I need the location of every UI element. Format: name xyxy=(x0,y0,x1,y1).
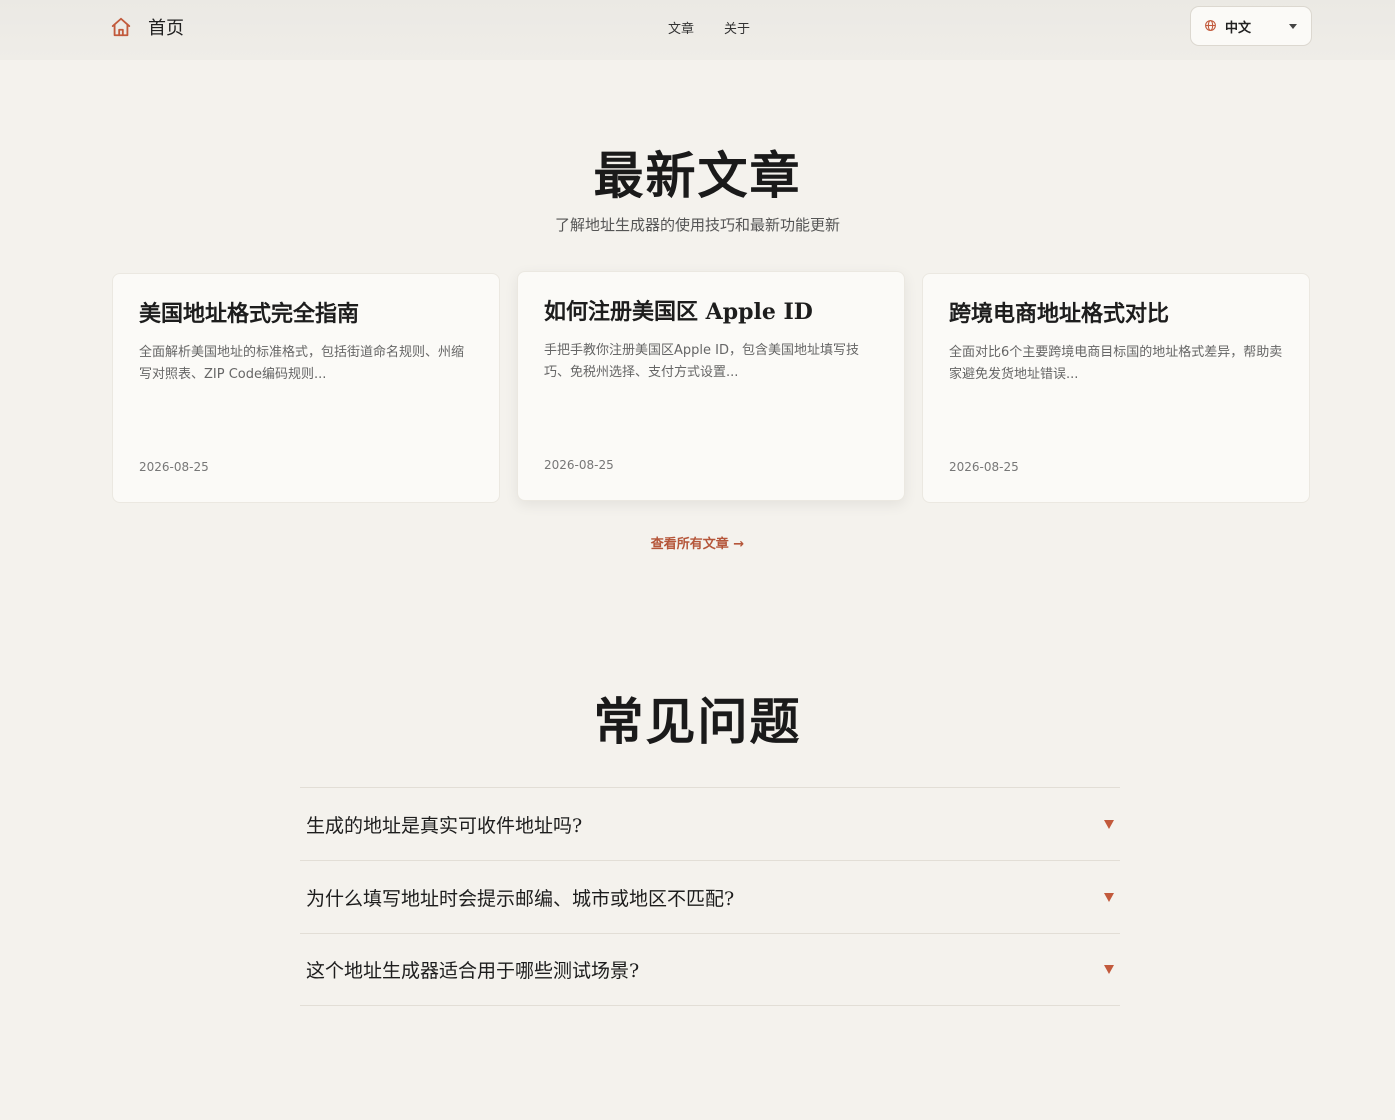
triangle-down-icon xyxy=(1104,892,1114,902)
article-card[interactable]: 美国地址格式完全指南 全面解析美国地址的标准格式，包括街道命名规则、州缩写对照表… xyxy=(112,273,500,503)
language-selector[interactable]: 中文 xyxy=(1190,6,1312,46)
faq-question: 这个地址生成器适合用于哪些测试场景? xyxy=(306,960,640,982)
article-card-excerpt: 全面对比6个主要跨境电商目标国的地址格式差异，帮助卖家避免发货地址错误... xyxy=(949,345,1283,382)
article-card[interactable]: 跨境电商地址格式对比 全面对比6个主要跨境电商目标国的地址格式差异，帮助卖家避免… xyxy=(922,273,1310,503)
nav-link-about[interactable]: 关于 xyxy=(724,18,750,37)
article-card-title: 跨境电商地址格式对比 xyxy=(949,301,1170,327)
faq-question: 生成的地址是真实可收件地址吗? xyxy=(306,814,583,837)
faq-question: 为什么填写地址时会提示邮编、城市或地区不匹配? xyxy=(306,887,735,910)
site-header: 首页 文章 关于 中文 xyxy=(0,0,1395,60)
faq-item[interactable]: 为什么填写地址时会提示邮编、城市或地区不匹配? xyxy=(300,860,1120,933)
chevron-down-icon xyxy=(1289,24,1297,29)
home-icon xyxy=(110,16,132,38)
language-label: 中文 xyxy=(1225,20,1252,36)
triangle-down-icon xyxy=(1104,819,1114,829)
nav-link-articles[interactable]: 文章 xyxy=(668,18,694,37)
article-card-excerpt: 手把手教你注册美国区Apple ID，包含美国地址填写技巧、免税州选择、支付方式… xyxy=(544,343,859,380)
triangle-down-icon xyxy=(1104,965,1114,974)
article-card[interactable]: 如何注册美国区 Apple ID 手把手教你注册美国区Apple ID，包含美国… xyxy=(517,271,905,501)
articles-section-title: 最新文章 xyxy=(593,146,802,205)
main-nav: 文章 关于 xyxy=(668,18,750,37)
article-card-date: 2026-08-25 xyxy=(949,460,1019,474)
article-card-excerpt: 全面解析美国地址的标准格式，包括街道命名规则、州缩写对照表、ZIP Code编码… xyxy=(139,345,465,382)
articles-section-subtitle: 了解地址生成器的使用技巧和最新功能更新 xyxy=(554,216,840,234)
article-card-date: 2026-08-25 xyxy=(139,460,209,474)
home-label: 首页 xyxy=(148,18,184,39)
faq-list: 生成的地址是真实可收件地址吗? 为什么填写地址时会提示邮编、城市或地区不匹配? … xyxy=(300,787,1120,1006)
faq-item[interactable]: 这个地址生成器适合用于哪些测试场景? xyxy=(300,933,1120,1006)
article-card-date: 2026-08-25 xyxy=(544,458,614,472)
view-all-articles-link[interactable]: 查看所有文章 → xyxy=(0,533,1395,552)
faq-section-title: 常见问题 xyxy=(593,692,802,751)
home-link[interactable]: 首页 xyxy=(110,12,184,42)
faq-item[interactable]: 生成的地址是真实可收件地址吗? xyxy=(300,787,1120,860)
article-card-title: 如何注册美国区 Apple ID xyxy=(544,299,813,325)
article-card-title: 美国地址格式完全指南 xyxy=(139,301,360,327)
globe-icon xyxy=(1204,17,1217,36)
